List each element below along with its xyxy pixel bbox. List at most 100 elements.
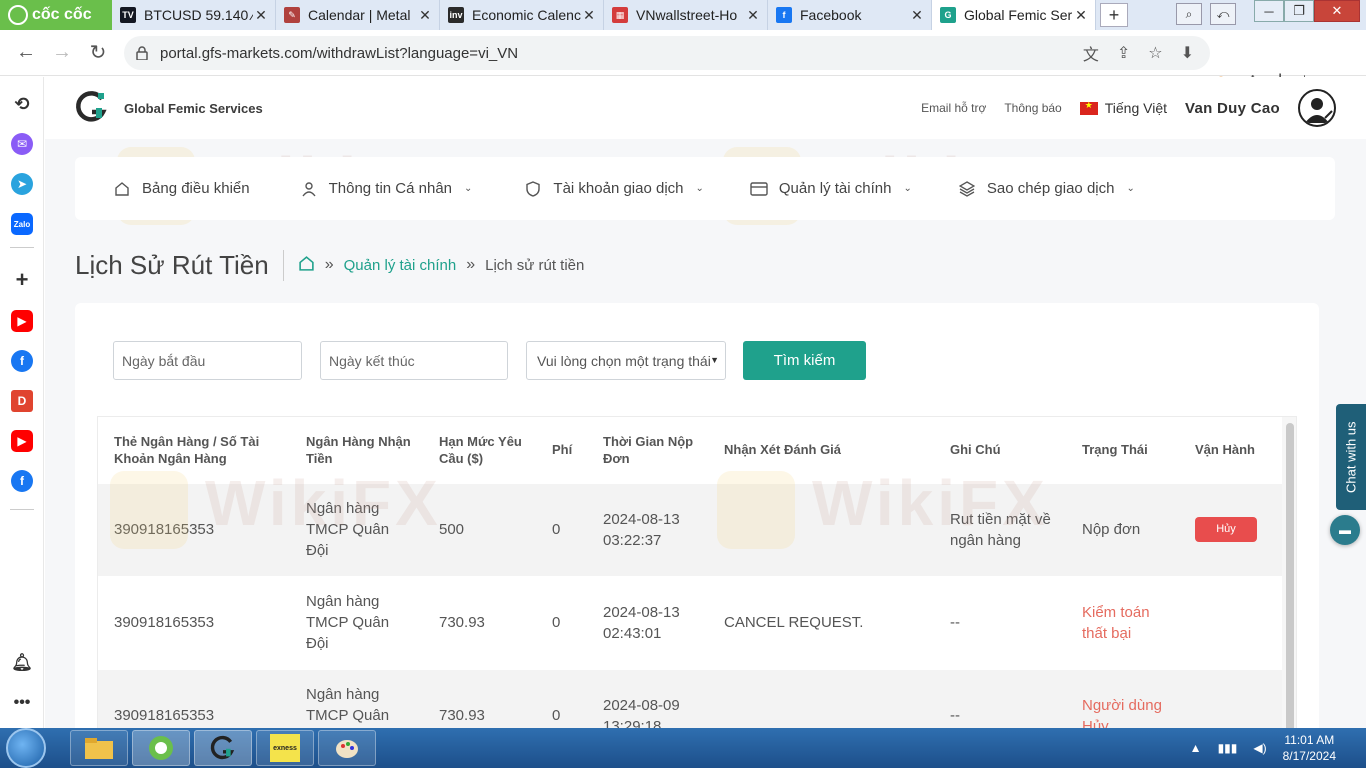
translate-icon[interactable]: 文 <box>1083 41 1099 65</box>
notifications-link[interactable]: Thông báo <box>1004 101 1061 115</box>
close-window-icon[interactable]: ✕ <box>1314 0 1360 22</box>
close-tab-icon[interactable]: ✕ <box>253 7 269 24</box>
start-button[interactable] <box>6 728 46 768</box>
email-support-link[interactable]: Email hỗ trợ <box>921 101 986 115</box>
breadcrumb-finance[interactable]: Quản lý tài chính <box>344 257 457 274</box>
download-page-icon[interactable]: ⬇ <box>1181 43 1194 63</box>
cell-amount: 730.93 <box>423 668 536 728</box>
add-icon[interactable]: + <box>11 267 33 292</box>
nav-dashboard[interactable]: Bảng điều khiển <box>113 180 250 198</box>
chat-bubble-icon[interactable]: ▬ <box>1330 515 1360 545</box>
forward-icon[interactable]: → <box>44 35 80 71</box>
nav-trading-accounts[interactable]: Tài khoản giao dịch ⌄ <box>524 180 704 198</box>
chat-with-us-tab[interactable]: Chat with us <box>1336 404 1366 510</box>
tab-title: BTCUSD 59.140 ⁄ <box>144 7 253 23</box>
gfs-icon[interactable] <box>194 730 252 766</box>
column-header: Hạn Mức Yêu Cầu ($) <box>423 417 536 483</box>
column-header: Thời Gian Nộp Đơn <box>587 417 708 483</box>
address-bar[interactable]: portal.gfs-markets.com/withdrawList?lang… <box>124 36 1210 70</box>
close-tab-icon[interactable]: ✕ <box>1073 7 1089 24</box>
volume-icon[interactable]: ◀) <box>1253 741 1266 755</box>
chevron-down-icon: ⌄ <box>1126 183 1135 194</box>
user-name[interactable]: Van Duy Cao <box>1185 100 1280 117</box>
close-tab-icon[interactable]: ✕ <box>909 7 925 24</box>
gfs-icon: G <box>940 7 956 23</box>
start-date-input[interactable] <box>113 341 302 380</box>
youtube-icon[interactable]: ▶ <box>11 430 33 452</box>
reload-icon[interactable]: ↻ <box>80 35 116 71</box>
folder-icon[interactable] <box>70 730 128 766</box>
browser-tab[interactable]: ✎ Calendar | Metal ✕ <box>276 0 440 30</box>
tab-title: Global Femic Ser <box>964 7 1073 23</box>
language-selector[interactable]: Tiếng Việt <box>1079 100 1167 116</box>
telegram-icon[interactable]: ➤ <box>11 173 33 195</box>
tab-title: VNwallstreet-Ho <box>636 7 738 23</box>
close-tab-icon[interactable]: ✕ <box>417 7 433 24</box>
cell-status: Kiểm toán thất bại <box>1066 575 1179 669</box>
exness-icon[interactable]: exness <box>256 730 314 766</box>
end-date-input[interactable] <box>320 341 508 380</box>
tray-expand-icon[interactable]: ▲ <box>1190 741 1202 755</box>
network-icon[interactable]: ▮▮▮ <box>1218 741 1238 755</box>
cancel-request-button[interactable]: Hủy <box>1195 517 1257 542</box>
cell-fee: 0 <box>536 668 587 728</box>
browser-tab[interactable]: inv Economic Calenc ✕ <box>440 0 604 30</box>
facebook-icon: f <box>776 7 792 23</box>
url-text: portal.gfs-markets.com/withdrawList?lang… <box>160 44 519 62</box>
clock[interactable]: 11:01 AM 8/17/2024 <box>1283 732 1336 764</box>
more-icon[interactable]: ••• <box>11 692 33 714</box>
breadcrumb-separator: » <box>466 256 476 273</box>
coccoc-icon[interactable] <box>132 730 190 766</box>
zalo-icon[interactable]: Zalo <box>11 213 33 235</box>
table-header-row: Thẻ Ngân Hàng / Số Tài Khoản Ngân Hàng Ng… <box>98 417 1282 483</box>
back-tab-icon[interactable]: ⤺ <box>1210 3 1236 25</box>
close-tab-icon[interactable]: ✕ <box>745 7 761 24</box>
lock-icon <box>136 46 148 61</box>
facebook-icon[interactable]: f <box>11 350 33 372</box>
bell-icon[interactable]: 🔔︎ <box>11 652 33 674</box>
breadcrumb-home-icon[interactable] <box>298 255 315 276</box>
browser-tab[interactable]: f Facebook ✕ <box>768 0 932 30</box>
browser-tab[interactable]: TV BTCUSD 59.140 ⁄ ✕ <box>112 0 276 30</box>
close-tab-icon[interactable]: ✕ <box>581 7 597 24</box>
cell-review <box>708 482 934 576</box>
status-select[interactable]: Vui lòng chọn một trạng thái ▼ <box>526 341 726 380</box>
gfs-logo-icon[interactable] <box>75 90 109 124</box>
bookmark-star-icon[interactable]: ☆ <box>1148 43 1162 63</box>
nav-finance[interactable]: Quản lý tài chính ⌄ <box>750 180 912 198</box>
back-icon[interactable]: ← <box>8 35 44 71</box>
language-label: Tiếng Việt <box>1104 100 1167 116</box>
table-scrollbar[interactable] <box>1286 423 1294 728</box>
nav-trading-accounts-label: Tài khoản giao dịch <box>553 180 684 197</box>
browser-sidebar: ⟲ ✉ ➤ Zalo + ▶ f D ▶ f 🔔︎ ••• <box>0 77 44 728</box>
browser-tab[interactable]: ▦ VNwallstreet-Ho ✕ <box>604 0 768 30</box>
cell-time: 2024-08-09 13:29:18 <box>587 668 708 728</box>
cell-action <box>1179 575 1282 669</box>
breadcrumb-current: Lịch sử rút tiền <box>485 256 585 274</box>
share-icon[interactable]: ⇪ <box>1117 43 1130 63</box>
search-button[interactable]: Tìm kiếm <box>743 341 866 380</box>
tab-search-icon[interactable]: ⌕ <box>1176 3 1202 25</box>
messenger-icon[interactable]: ✉ <box>11 133 33 155</box>
coccoc-menu-button[interactable]: cốc cốc <box>0 0 112 30</box>
history-icon[interactable]: ⟲ <box>11 93 33 115</box>
youtube-icon[interactable]: ▶ <box>11 310 33 332</box>
withdraw-history-card: Vui lòng chọn một trạng thái ▼ Tìm kiếm … <box>75 303 1319 728</box>
nav-profile-label: Thông tin Cá nhân <box>328 180 453 197</box>
nav-copy-trading[interactable]: Sao chép giao dịch ⌄ <box>958 180 1135 198</box>
d-app-icon[interactable]: D <box>11 390 33 412</box>
avatar[interactable] <box>1298 89 1336 127</box>
minimize-icon[interactable]: ─ <box>1254 0 1284 22</box>
browser-tab-strip: cốc cốc TV BTCUSD 59.140 ⁄ ✕ ✎ Calendar | Me… <box>0 0 1366 30</box>
browser-tab[interactable]: G Global Femic Ser ✕ <box>932 0 1096 30</box>
new-tab-button[interactable]: + <box>1100 3 1128 27</box>
paint-icon[interactable] <box>318 730 376 766</box>
maximize-icon[interactable]: ❐ <box>1284 0 1314 22</box>
column-header: Trạng Thái <box>1066 417 1179 483</box>
nav-profile[interactable]: Thông tin Cá nhân ⌄ <box>300 180 472 198</box>
breadcrumb-separator: » <box>324 256 334 273</box>
table-row: 390918165353Ngân hàng TMCP Quân Đội730.9… <box>98 668 1282 728</box>
tab-title: Economic Calenc <box>472 7 581 23</box>
facebook-icon[interactable]: f <box>11 470 33 492</box>
cell-status: Nộp đơn <box>1066 482 1179 576</box>
